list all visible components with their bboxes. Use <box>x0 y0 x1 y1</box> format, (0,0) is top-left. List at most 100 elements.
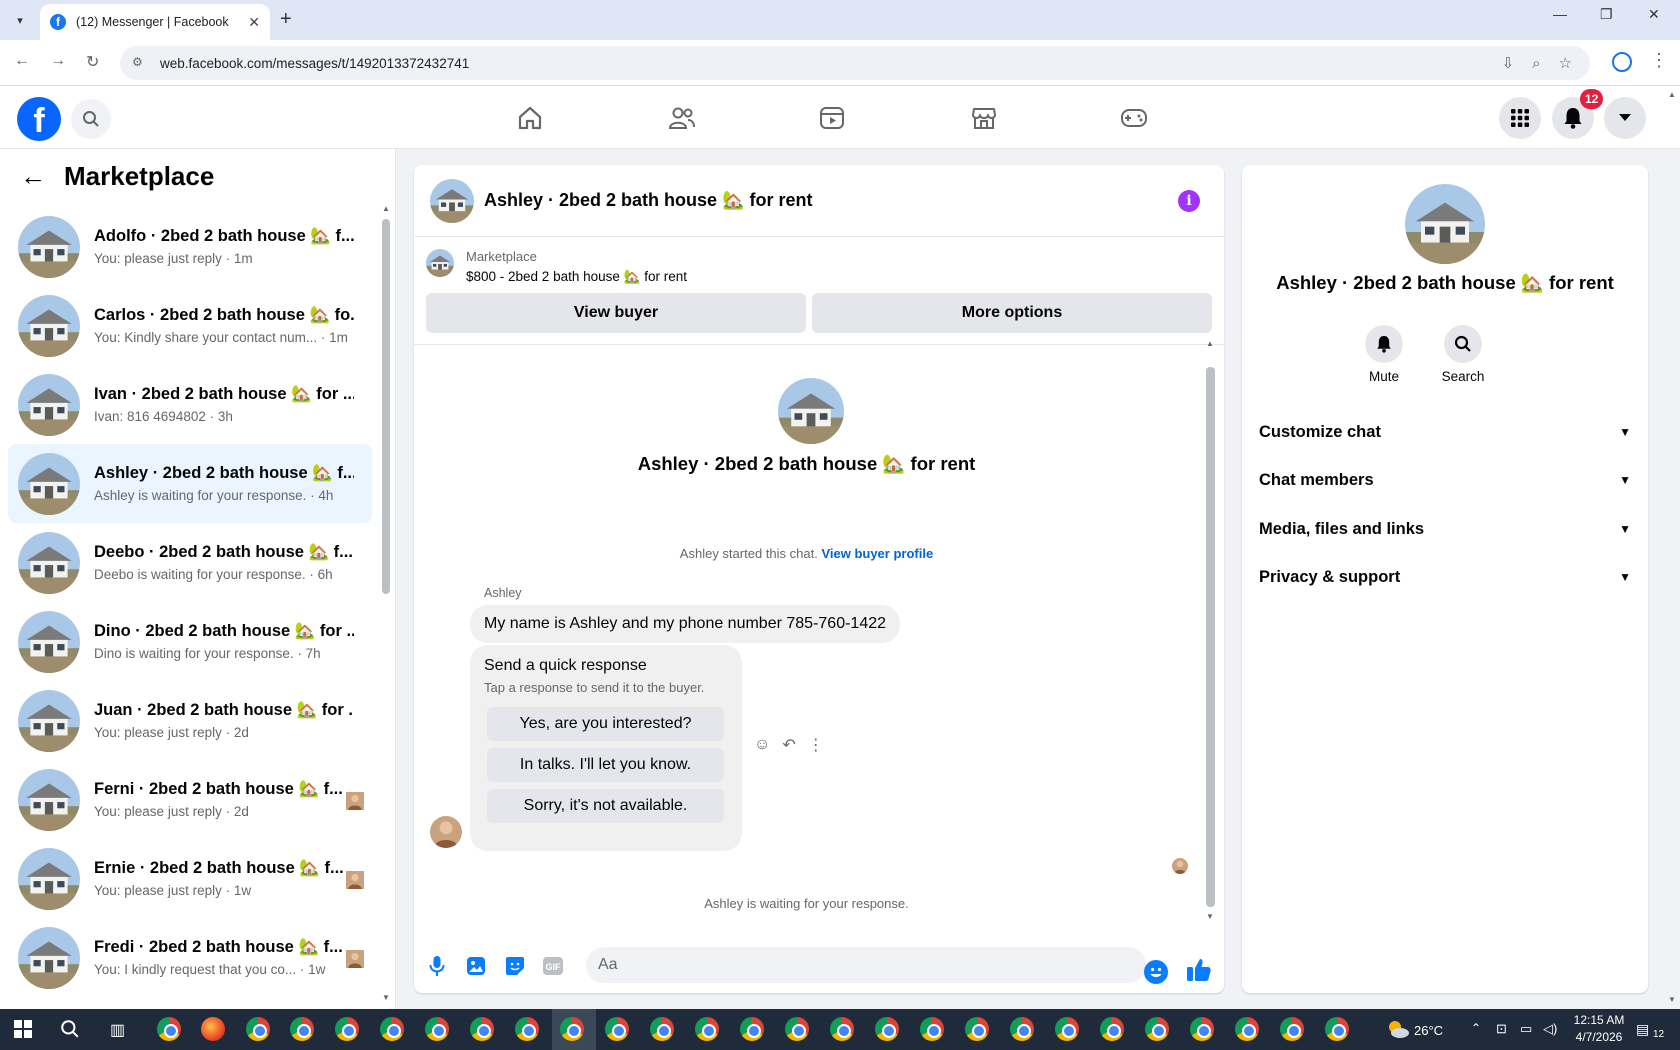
forward-icon[interactable]: → <box>50 52 66 70</box>
photo-icon[interactable] <box>465 955 487 977</box>
conversation-item[interactable]: Ashley · 2bed 2 bath house 🏡 f... Ashley … <box>8 444 372 523</box>
menu-grid-button[interactable] <box>1499 97 1541 139</box>
chat-scroll-up-icon[interactable]: ▲ <box>1206 339 1214 348</box>
home-nav-icon[interactable] <box>510 100 550 136</box>
reload-icon[interactable]: ↻ <box>86 52 99 72</box>
emoji-icon[interactable] <box>1144 960 1168 984</box>
chrome-app-icon[interactable] <box>1145 1017 1169 1041</box>
minimize-icon[interactable]: — <box>1553 6 1567 22</box>
quick-reply-button[interactable]: Yes, are you interested? <box>487 707 724 741</box>
video-nav-icon[interactable] <box>812 100 852 136</box>
conversation-item[interactable]: Carlos · 2bed 2 bath house 🏡 fo... You: K… <box>8 286 372 365</box>
chrome-app-icon[interactable] <box>335 1017 359 1041</box>
intro-avatar[interactable] <box>778 378 844 444</box>
browser-menu-icon[interactable]: ⋮ <box>1650 50 1668 71</box>
show-hidden-icons-icon[interactable]: ⌃ <box>1471 1021 1481 1035</box>
scroll-up-icon[interactable]: ▲ <box>382 204 390 213</box>
chat-scrollbar[interactable]: ▲ ▼ <box>1206 339 1216 921</box>
conversation-item[interactable]: Ernie · 2bed 2 bath house 🏡 f... You: ple… <box>8 839 372 918</box>
page-scroll-down-icon[interactable]: ▼ <box>1668 995 1676 1004</box>
back-icon[interactable]: ← <box>14 52 30 70</box>
chrome-app-icon[interactable] <box>605 1017 629 1041</box>
chrome-app-icon[interactable] <box>515 1017 539 1041</box>
chrome-app-icon[interactable] <box>246 1017 270 1041</box>
chrome-app-icon[interactable] <box>965 1017 989 1041</box>
chrome-app-icon[interactable] <box>1280 1017 1304 1041</box>
friends-nav-icon[interactable] <box>662 100 702 136</box>
back-arrow-icon[interactable]: ← <box>20 161 46 192</box>
chrome-app-icon[interactable] <box>1190 1017 1214 1041</box>
conversation-item[interactable]: Dino · 2bed 2 bath house 🏡 for ... Dino i… <box>8 602 372 681</box>
quick-reply-button[interactable]: In talks. I'll let you know. <box>487 748 724 782</box>
task-view-icon[interactable]: ▥ <box>110 1020 125 1040</box>
chrome-app-icon[interactable] <box>740 1017 764 1041</box>
chrome-app-icon[interactable] <box>830 1017 854 1041</box>
info-avatar[interactable] <box>1405 184 1485 264</box>
conversation-item[interactable]: Ferni · 2bed 2 bath house 🏡 f... You: ple… <box>8 760 372 839</box>
profile-icon[interactable] <box>1612 52 1632 72</box>
chat-scrollbar-thumb[interactable] <box>1206 367 1215 907</box>
notification-center-icon[interactable]: ▤ <box>1636 1021 1649 1038</box>
media-files-links-section[interactable]: Media, files and links ▼ <box>1259 505 1631 553</box>
site-info-icon[interactable]: ⚙ <box>132 55 148 71</box>
account-button[interactable] <box>1604 97 1646 139</box>
listing-thumbnail[interactable] <box>426 249 454 277</box>
thumbs-up-icon[interactable] <box>1186 957 1212 983</box>
conversation-item[interactable]: Ivan · 2bed 2 bath house 🏡 for ... Ivan: … <box>8 365 372 444</box>
close-tab-icon[interactable]: ✕ <box>248 14 260 31</box>
chrome-app-icon[interactable] <box>1055 1017 1079 1041</box>
facebook-logo-icon[interactable]: f <box>17 97 61 141</box>
chrome-app-icon[interactable] <box>290 1017 314 1041</box>
restore-icon[interactable]: ❐ <box>1600 6 1613 23</box>
conversation-item[interactable]: Juan · 2bed 2 bath house 🏡 for ... You: p… <box>8 681 372 760</box>
meet-now-icon[interactable]: ⊡ <box>1496 1021 1507 1037</box>
chrome-app-icon[interactable] <box>920 1017 944 1041</box>
bookmark-star-icon[interactable]: ☆ <box>1559 54 1572 72</box>
more-options-button[interactable]: More options <box>812 293 1212 333</box>
chat-scroll-down-icon[interactable]: ▼ <box>1206 912 1214 921</box>
chrome-app-icon[interactable] <box>785 1017 809 1041</box>
new-tab-button[interactable]: + <box>280 8 292 31</box>
info-icon[interactable]: i <box>1178 190 1200 212</box>
chrome-app-icon[interactable] <box>875 1017 899 1041</box>
mute-button[interactable]: Mute <box>1354 325 1414 384</box>
scroll-down-icon[interactable]: ▼ <box>382 993 390 1002</box>
sidebar-scrollbar[interactable]: ▲ ▼ <box>382 204 390 1004</box>
more-actions-icon[interactable]: ⋮ <box>808 735 824 755</box>
customize-chat-section[interactable]: Customize chat ▼ <box>1259 408 1631 456</box>
view-buyer-button[interactable]: View buyer <box>426 293 806 333</box>
gaming-nav-icon[interactable] <box>1114 100 1154 136</box>
chrome-app-icon[interactable] <box>1010 1017 1034 1041</box>
sticker-icon[interactable] <box>504 955 526 977</box>
chat-title[interactable]: Ashley · 2bed 2 bath house 🏡 for rent <box>484 190 812 211</box>
clock[interactable]: 12:15 AM 4/7/2026 <box>1568 1013 1630 1044</box>
chrome-app-icon[interactable] <box>560 1017 584 1041</box>
browser-tab[interactable]: f (12) Messenger | Facebook ✕ <box>40 4 270 40</box>
gif-icon[interactable]: GIF <box>542 955 564 977</box>
windows-start-icon[interactable] <box>14 1020 32 1038</box>
sender-avatar[interactable] <box>430 816 462 848</box>
chrome-app-icon[interactable] <box>695 1017 719 1041</box>
chrome-app-icon[interactable] <box>1100 1017 1124 1041</box>
chrome-app-icon[interactable] <box>380 1017 404 1041</box>
zoom-icon[interactable]: ⌕ <box>1532 55 1540 72</box>
reply-icon[interactable]: ↶ <box>782 735 795 755</box>
scrollbar-thumb[interactable] <box>382 219 390 594</box>
react-emoji-icon[interactable]: ☺ <box>754 736 770 754</box>
weather-icon[interactable] <box>1386 1018 1410 1040</box>
taskbar-search-icon[interactable] <box>60 1019 80 1039</box>
message-bubble[interactable]: My name is Ashley and my phone number 78… <box>470 605 901 643</box>
chrome-app-icon[interactable] <box>1325 1017 1349 1041</box>
chrome-app-icon[interactable] <box>157 1017 181 1041</box>
conversation-item[interactable]: Adolfo · 2bed 2 bath house 🏡 f... You: pl… <box>8 207 372 286</box>
volume-icon[interactable]: ◁) <box>1543 1021 1557 1037</box>
url-bar[interactable]: ⚙ web.facebook.com/messages/t/1492013372… <box>120 46 1590 80</box>
conversation-item[interactable]: Deebo · 2bed 2 bath house 🏡 f... Deebo is… <box>8 523 372 602</box>
chrome-app-icon[interactable] <box>470 1017 494 1041</box>
listing-title[interactable]: $800 - 2bed 2 bath house 🏡 for rent <box>466 269 687 285</box>
chat-avatar[interactable] <box>430 178 474 223</box>
temperature-text[interactable]: 26°C <box>1414 1023 1443 1038</box>
chat-members-section[interactable]: Chat members ▼ <box>1259 456 1631 504</box>
tab-search-dropdown[interactable]: ▾ <box>8 8 32 32</box>
firefox-app-icon[interactable] <box>201 1017 225 1041</box>
